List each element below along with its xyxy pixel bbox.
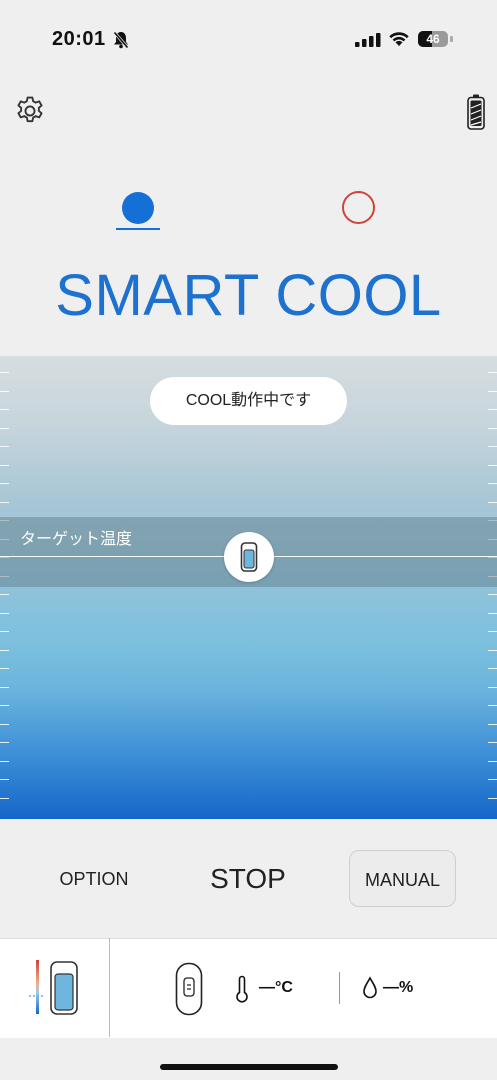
mode-selected-underline <box>116 228 160 230</box>
stop-button[interactable]: STOP <box>188 856 308 900</box>
current-temperature-value: —°C <box>259 979 293 996</box>
status-time: 20:01 <box>52 28 106 50</box>
scale-tick <box>0 798 9 799</box>
device-outline-icon[interactable] <box>175 962 203 1021</box>
scale-tick <box>0 650 9 651</box>
scale-tick <box>488 446 497 447</box>
wifi-icon <box>388 31 410 52</box>
scale-tick <box>0 391 9 392</box>
scale-tick <box>488 742 497 743</box>
scale-tick <box>488 594 497 595</box>
scale-tick <box>488 372 497 373</box>
manual-button[interactable]: MANUAL <box>349 850 456 907</box>
scale-tick <box>488 705 497 706</box>
scale-tick <box>0 502 9 503</box>
scale-tick <box>488 761 497 762</box>
scale-tick <box>488 798 497 799</box>
scale-tick <box>488 724 497 725</box>
scale-tick <box>488 428 497 429</box>
scale-tick <box>488 483 497 484</box>
scale-tick <box>488 650 497 651</box>
thermometer-icon <box>235 975 249 1008</box>
scale-tick <box>0 613 9 614</box>
scale-tick <box>0 631 9 632</box>
scale-tick <box>488 779 497 780</box>
scale-tick <box>0 446 9 447</box>
mode-warm-selector[interactable] <box>342 191 375 224</box>
scale-tick <box>0 594 9 595</box>
bell-muted-icon <box>112 31 130 54</box>
scale-tick <box>0 465 9 466</box>
scale-tick <box>0 687 9 688</box>
mode-cool-selector[interactable] <box>122 192 154 224</box>
scale-tick <box>488 631 497 632</box>
battery-status-icon: 46 <box>418 31 454 49</box>
scale-tick <box>488 687 497 688</box>
scale-tick <box>488 391 497 392</box>
temperature-panel[interactable] <box>0 356 497 819</box>
battery-level-text: 46 <box>426 32 440 46</box>
target-temperature-handle[interactable] <box>224 532 274 582</box>
scale-tick <box>0 483 9 484</box>
device-status-icon <box>49 960 79 1021</box>
scale-tick <box>0 705 9 706</box>
target-temperature-label: ターゲット温度 <box>20 531 133 548</box>
operation-status-pill: COOL動作中です <box>150 377 347 425</box>
scale-tick <box>0 409 9 410</box>
current-humidity-value: —% <box>383 979 414 996</box>
mode-title: SMART COOL <box>55 263 442 328</box>
scale-tick <box>488 668 497 669</box>
device-battery-icon[interactable] <box>467 94 485 135</box>
scale-tick <box>0 668 9 669</box>
readings-separator <box>339 972 340 1004</box>
gear-icon[interactable] <box>13 94 47 133</box>
scale-tick <box>488 409 497 410</box>
scale-tick <box>488 502 497 503</box>
scale-tick <box>0 761 9 762</box>
scale-tick <box>0 779 9 780</box>
home-indicator[interactable] <box>160 1064 338 1070</box>
bottom-divider <box>109 938 110 1037</box>
device-icon <box>240 542 258 572</box>
humidity-drop-icon <box>362 976 378 1005</box>
scale-tick <box>0 428 9 429</box>
scale-tick <box>488 465 497 466</box>
scale-tick <box>0 742 9 743</box>
cellular-signal-icon <box>355 33 381 52</box>
scale-tick <box>488 613 497 614</box>
temperature-gradient-icon <box>29 958 47 1021</box>
scale-tick <box>0 724 9 725</box>
option-button[interactable]: OPTION <box>44 858 144 898</box>
scale-tick <box>0 372 9 373</box>
